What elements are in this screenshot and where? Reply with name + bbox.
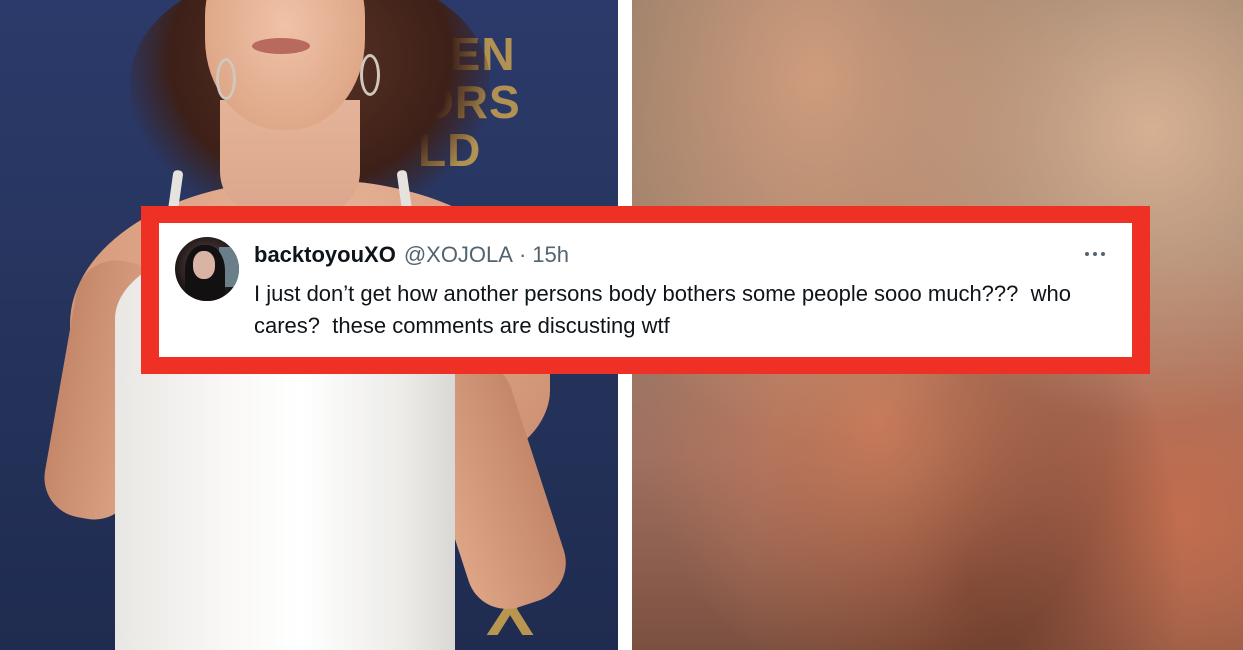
avatar[interactable] [175,237,239,301]
header-separator: · [518,242,527,267]
tweet-text: I just don’t get how another persons bod… [254,281,1078,338]
display-name[interactable]: backtoyouXO [254,240,396,270]
tweet-timestamp[interactable]: 15h [532,240,569,270]
earring-right [360,54,380,96]
lips [252,38,310,54]
earring-left [216,58,236,100]
user-handle[interactable]: @XOJOLA [404,240,513,270]
avatar-face [193,251,215,279]
tweet-header: backtoyouXO @XOJOLA · 15h [254,240,569,270]
more-horizontal-icon[interactable] [1080,242,1110,266]
